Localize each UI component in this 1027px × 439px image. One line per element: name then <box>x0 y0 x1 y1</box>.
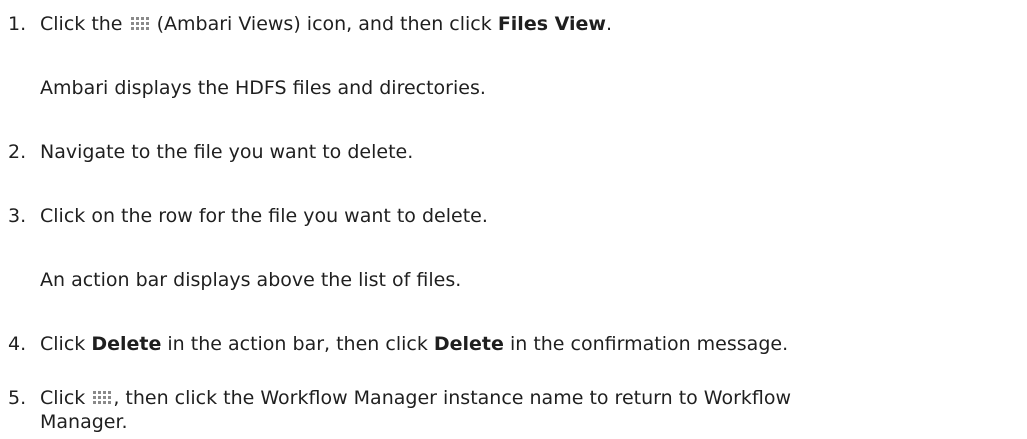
step-number: 4. <box>8 333 27 355</box>
delete-label: Delete <box>433 333 504 355</box>
step-text-part: . <box>605 13 612 35</box>
step-5-continuation: Manager. <box>40 411 128 433</box>
step-number: 5. <box>8 387 27 409</box>
step-1-note: Ambari displays the HDFS files and direc… <box>40 77 486 99</box>
step-number: 3. <box>8 205 27 227</box>
step-text-part: in the confirmation message. <box>509 333 789 355</box>
step-text: Navigate to the file you want to delete. <box>40 141 414 163</box>
step-text: Click , then click the Workflow Manager … <box>40 385 791 411</box>
step-text-part: (Ambari Views) icon, and then click <box>156 13 492 35</box>
files-view-label: Files View <box>497 13 606 35</box>
step-text: Click the (Ambari Views) icon, and then … <box>40 11 612 37</box>
step-text-part: in the action bar, then click <box>167 333 428 355</box>
step-number: 1. <box>8 13 27 35</box>
step-3-note: An action bar displays above the list of… <box>40 269 462 291</box>
step-text: Click Delete in the action bar, then cli… <box>40 331 788 357</box>
step-text-part: Click <box>40 333 86 355</box>
step-text-part: Click <box>40 387 86 409</box>
grid-icon <box>130 17 149 30</box>
step-text: Click on the row for the file you want t… <box>40 205 488 227</box>
delete-label: Delete <box>91 333 162 355</box>
step-number: 2. <box>8 141 27 163</box>
step-text-part: Click the <box>40 13 123 35</box>
step-text-part: , then click the Workflow Manager instan… <box>113 387 792 409</box>
grid-icon <box>93 391 112 404</box>
